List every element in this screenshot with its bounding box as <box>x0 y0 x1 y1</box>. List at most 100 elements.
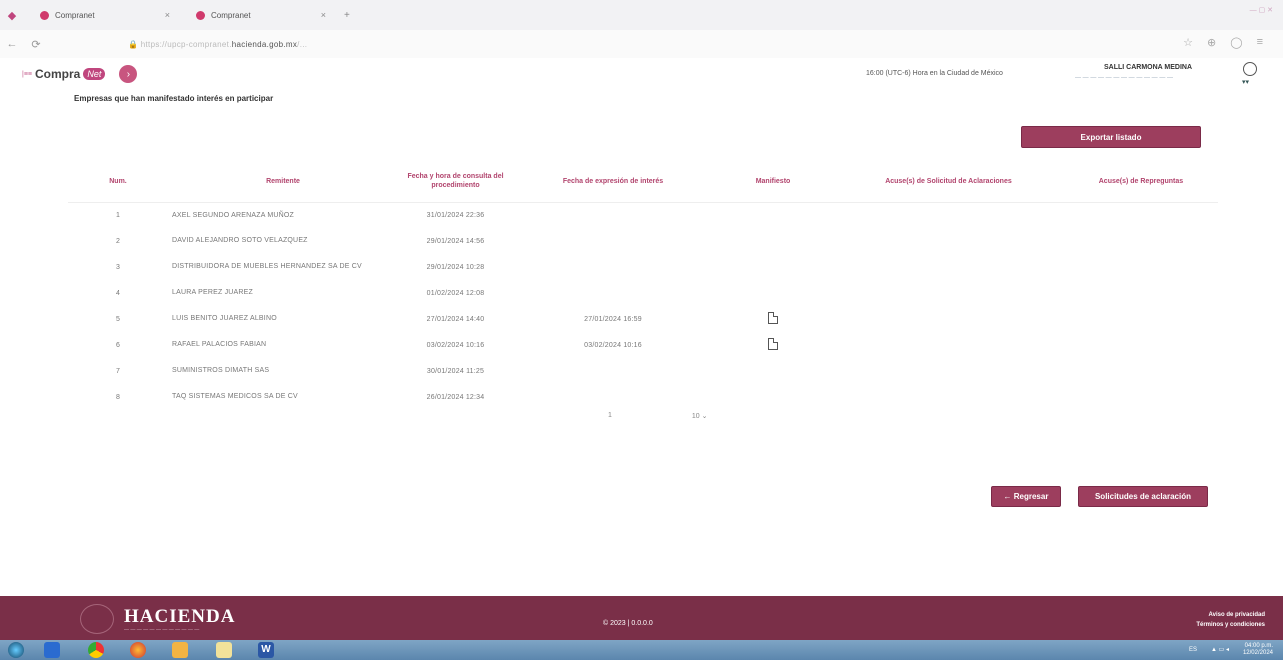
ie-icon[interactable] <box>44 642 60 658</box>
tab-label: Compranet <box>211 10 251 20</box>
row-acuse-repreguntas <box>1064 306 1218 332</box>
new-tab-icon[interactable]: + <box>344 10 350 21</box>
table-header-row: Num. Remitente Fecha y hora de consulta … <box>68 162 1218 202</box>
system-clock[interactable]: 04:00 p.m. 12/02/2024 <box>1243 643 1273 656</box>
row-fecha-interes <box>513 202 713 228</box>
row-num: 4 <box>115 289 121 297</box>
account-icon[interactable]: ◯ <box>1230 36 1242 49</box>
user-name: SALLI CARMONA MEDINA <box>1104 64 1193 71</box>
row-fecha-consulta: 26/01/2024 12:34 <box>426 393 485 401</box>
table-row: 3 DISTRIBUIDORA DE MUEBLES HERNANDEZ SA … <box>68 254 1218 280</box>
sidebar-toggle-button[interactable]: › <box>119 65 138 83</box>
photos-app-icon[interactable] <box>172 642 188 658</box>
row-acuse-aclaraciones <box>833 332 1064 358</box>
row-fecha-interes <box>513 228 713 254</box>
row-num: 1 <box>115 211 121 219</box>
table-row: 5 LUIS BENITO JUAREZ ALBINO 27/01/2024 1… <box>68 306 1218 332</box>
footer-brand-subtitle: — — — — — — — — — — — — <box>124 627 200 633</box>
user-role: — — — — — — — — — — — — — <box>1075 75 1174 81</box>
start-button-icon[interactable] <box>8 642 24 658</box>
extensions-icon[interactable]: ⊕ <box>1207 36 1216 49</box>
compranet-logo[interactable]: |≡≡ Compra Net <box>22 67 106 81</box>
browser-tab-strip: ◆ Compranet × Compranet × + — ▢ ✕ <box>0 0 1283 30</box>
row-remitente: DISTRIBUIDORA DE MUEBLES HERNANDEZ SA DE… <box>172 263 362 271</box>
row-acuse-repreguntas <box>1064 202 1218 228</box>
section-title: Empresas que han manifestado interés en … <box>74 94 274 103</box>
word-icon[interactable]: W <box>258 642 274 658</box>
export-list-button[interactable]: Exportar listado <box>1021 126 1201 148</box>
col-header-acuse-aclaraciones[interactable]: Acuse(s) de Solicitud de Aclaraciones <box>833 162 1064 202</box>
row-manifiesto <box>713 332 833 358</box>
user-menu-icon[interactable]: ▾▾ <box>1242 78 1249 86</box>
tab-label: Compranet <box>55 10 95 20</box>
network-icon[interactable]: ▲ ▭ ◂ <box>1211 646 1229 653</box>
row-num: 3 <box>115 263 121 271</box>
row-acuse-aclaraciones <box>833 280 1064 306</box>
table-row: 1 AXEL SEGUNDO ARENAZA MUÑOZ 31/01/2024 … <box>68 202 1218 228</box>
row-acuse-aclaraciones <box>833 358 1064 384</box>
user-avatar-icon[interactable] <box>1243 62 1257 76</box>
row-num: 6 <box>115 341 121 349</box>
row-acuse-aclaraciones <box>833 306 1064 332</box>
row-fecha-interes <box>513 358 713 384</box>
url-domain: hacienda.gob.mx <box>231 39 298 49</box>
reload-icon[interactable]: ⟳ <box>24 38 48 51</box>
pagination: 1 10 ⌄ <box>608 412 708 420</box>
interested-companies-table: Num. Remitente Fecha y hora de consulta … <box>68 162 1218 410</box>
row-num: 5 <box>115 315 121 323</box>
col-header-fecha-consulta[interactable]: Fecha y hora de consulta del procedimien… <box>398 162 513 202</box>
row-manifiesto <box>713 306 833 332</box>
row-fecha-consulta: 01/02/2024 12:08 <box>426 289 485 297</box>
row-manifiesto <box>713 280 833 306</box>
row-acuse-repreguntas <box>1064 228 1218 254</box>
browser-tab-2[interactable]: Compranet × <box>186 4 336 26</box>
manifiesto-document-icon[interactable] <box>768 312 778 324</box>
row-remitente: DAVID ALEJANDRO SOTO VELAZQUEZ <box>172 237 308 245</box>
bookmark-star-icon[interactable]: ☆ <box>1183 36 1193 49</box>
firefox-icon[interactable] <box>130 642 146 658</box>
window-controls-icon[interactable]: — ▢ ✕ <box>1250 6 1273 14</box>
col-header-num[interactable]: Num. <box>68 162 168 202</box>
browser-menu-dots-icon[interactable]: ≡ <box>1257 36 1263 49</box>
col-header-acuse-repreguntas[interactable]: Acuse(s) de Repreguntas <box>1064 162 1218 202</box>
col-header-remitente[interactable]: Remitente <box>168 162 398 202</box>
clarification-requests-button[interactable]: Solicitudes de aclaración <box>1078 486 1208 507</box>
row-manifiesto <box>713 228 833 254</box>
back-button[interactable]: ← Regresar <box>991 486 1061 507</box>
table-row: 8 TAQ SISTEMAS MEDICOS SA DE CV 26/01/20… <box>68 384 1218 410</box>
row-fecha-interes <box>513 384 713 410</box>
logo-badge: Net <box>83 68 106 80</box>
language-indicator[interactable]: ES <box>1189 647 1197 653</box>
page-footer: HACIENDA — — — — — — — — — — — — © 2023 … <box>0 596 1283 640</box>
compranet-favicon-icon <box>40 10 49 20</box>
row-acuse-repreguntas <box>1064 358 1218 384</box>
file-explorer-icon[interactable] <box>216 642 232 658</box>
browser-tab-1[interactable]: Compranet × <box>30 4 180 26</box>
back-arrow-icon[interactable]: ← <box>0 38 24 50</box>
row-manifiesto <box>713 254 833 280</box>
row-remitente: LUIS BENITO JUAREZ ALBINO <box>172 315 277 323</box>
browser-menu-icon[interactable]: ◆ <box>0 9 24 22</box>
url-field[interactable]: 🔒 https://upcp-compranet.hacienda.gob.mx… <box>128 40 307 49</box>
row-num: 8 <box>115 393 121 401</box>
row-acuse-aclaraciones <box>833 228 1064 254</box>
manifiesto-document-icon[interactable] <box>768 338 778 350</box>
row-fecha-consulta: 29/01/2024 10:28 <box>426 263 485 271</box>
close-tab-icon[interactable]: × <box>165 10 170 20</box>
page-number[interactable]: 1 <box>608 412 612 420</box>
row-manifiesto <box>713 358 833 384</box>
row-remitente: AXEL SEGUNDO ARENAZA MUÑOZ <box>172 211 295 219</box>
time-info: 16:00 (UTC-6) Hora en la Ciudad de Méxic… <box>866 70 1003 77</box>
row-acuse-repreguntas <box>1064 280 1218 306</box>
col-header-fecha-interes[interactable]: Fecha de expresión de interés <box>513 162 713 202</box>
rows-per-page-select[interactable]: 10 ⌄ <box>692 412 708 420</box>
row-fecha-consulta: 29/01/2024 14:56 <box>426 237 485 245</box>
terms-link[interactable]: Términos y condiciones <box>1196 620 1265 630</box>
close-tab-icon[interactable]: × <box>321 10 326 20</box>
privacy-link[interactable]: Aviso de privacidad <box>1196 610 1265 620</box>
col-header-manifiesto[interactable]: Manifiesto <box>713 162 833 202</box>
chrome-icon[interactable] <box>88 642 104 658</box>
footer-brand: HACIENDA <box>124 606 236 627</box>
logo-text: Compra <box>35 67 81 81</box>
os-taskbar: W ES ▲ ▭ ◂ 04:00 p.m. 12/02/2024 <box>0 640 1283 660</box>
